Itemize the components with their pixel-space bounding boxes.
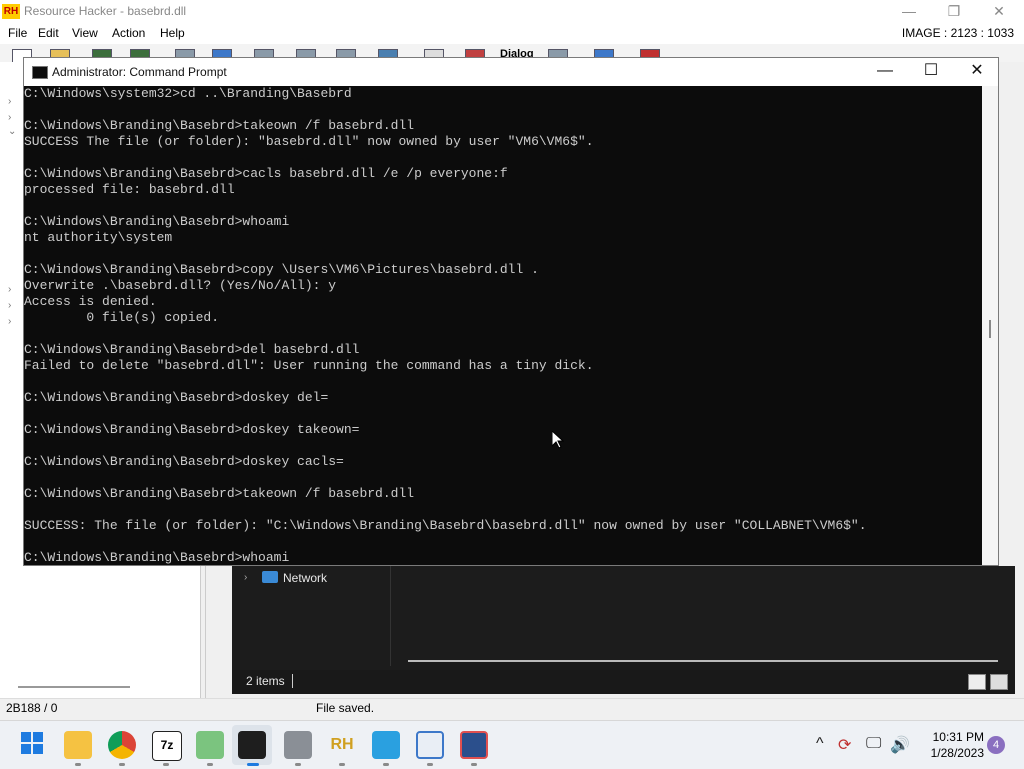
active-app-icon[interactable] (460, 731, 488, 759)
running-indicator (383, 763, 389, 766)
console-line: 0 file(s) copied. (24, 310, 220, 325)
explorer-horizontal-scrollbar[interactable] (408, 660, 998, 662)
console-line: C:\Windows\Branding\Basebrd>copy \Users\… (24, 262, 539, 277)
taskbar: 7z RH ^ ⟳ 🖵 🔊 10:31 PM 1/28/2023 4 (0, 720, 1024, 769)
console-line: Failed to delete "basebrd.dll": User run… (24, 358, 594, 373)
menu-view[interactable]: View (72, 26, 98, 40)
menu-file[interactable]: File (8, 26, 27, 40)
console-line: SUCCESS The file (or folder): "basebrd.d… (24, 134, 594, 149)
tree-expand-icon[interactable]: › (8, 96, 11, 107)
cmd-scroll-thumb[interactable] (989, 320, 991, 338)
active-indicator (247, 763, 259, 766)
console-line: Access is denied. (24, 294, 157, 309)
start-button[interactable] (20, 731, 48, 759)
show-hidden-icons-icon[interactable]: ^ (816, 735, 824, 753)
rh-window-title: Resource Hacker - basebrd.dll (24, 4, 187, 18)
console-line: C:\Windows\system32>cd ..\Branding\Baseb… (24, 86, 352, 101)
cmd-title-bar[interactable]: Administrator: Command Prompt — ☐ ✕ (24, 58, 998, 86)
running-indicator (75, 763, 81, 766)
console-line: nt authority\system (24, 230, 173, 245)
menu-action[interactable]: Action (112, 26, 145, 40)
rh-title-bar: RH Resource Hacker - basebrd.dll — ❐ ✕ (0, 0, 1024, 24)
console-line: C:\Windows\Branding\Basebrd>doskey cacls… (24, 454, 344, 469)
sync-icon[interactable]: ⟳ (838, 735, 851, 755)
menu-edit[interactable]: Edit (38, 26, 59, 40)
running-indicator (119, 763, 125, 766)
console-line: SUCCESS: The file (or folder): "C:\Windo… (24, 518, 867, 533)
clock-time: 10:31 PM (932, 730, 984, 744)
tree-horizontal-scrollbar[interactable] (18, 686, 130, 688)
console-line: C:\Windows\Branding\Basebrd>del basebrd.… (24, 342, 360, 357)
details-view-icon[interactable] (968, 674, 986, 690)
status-offset: 2B188 / 0 (6, 701, 58, 715)
explorer-status-bar: 2 items (232, 670, 1015, 694)
app-window-icon[interactable] (416, 731, 444, 759)
rh-status-bar: 2B188 / 0 File saved. (0, 698, 1024, 719)
tree-expand-icon[interactable]: › (8, 300, 11, 311)
chrome-icon[interactable] (108, 731, 136, 759)
cmd-app-icon (32, 66, 48, 79)
mouse-cursor-icon (552, 431, 564, 449)
remote-desktop-icon[interactable] (372, 731, 400, 759)
console-line: C:\Windows\Branding\Basebrd>whoami (24, 550, 290, 565)
rh-close-button[interactable]: ✕ (976, 0, 1022, 24)
menu-help[interactable]: Help (160, 26, 185, 40)
running-indicator (471, 763, 477, 766)
notification-badge[interactable]: 4 (987, 736, 1005, 754)
tiles-view-icon[interactable] (990, 674, 1008, 690)
command-prompt-taskbar-icon[interactable] (238, 731, 266, 759)
resource-hacker-taskbar-icon[interactable]: RH (328, 731, 356, 759)
running-indicator (295, 763, 301, 766)
volume-icon[interactable]: 🔊 (890, 735, 910, 755)
rh-menu-bar: File Edit View Action Help IMAGE : 2123 … (0, 24, 1024, 44)
7-zip-icon[interactable]: 7z (152, 731, 182, 761)
item-count: 2 items (246, 674, 285, 688)
clock-date: 1/28/2023 (930, 746, 984, 760)
console-line: C:\Windows\Branding\Basebrd>cacls basebr… (24, 166, 508, 181)
image-readout: IMAGE : 2123 : 1033 (901, 26, 1014, 40)
console-line: Overwrite .\basebrd.dll? (Yes/No/All): y (24, 278, 337, 293)
console-line: processed file: basebrd.dll (24, 182, 235, 197)
console-output[interactable]: C:\Windows\system32>cd ..\Branding\Baseb… (24, 86, 982, 565)
clock[interactable]: 10:31 PM 1/28/2023 (914, 729, 984, 761)
status-separator (292, 674, 293, 688)
console-line: C:\Windows\Branding\Basebrd>takeown /f b… (24, 118, 415, 133)
nav-expand-icon[interactable]: › (244, 572, 247, 583)
console-line: C:\Windows\Branding\Basebrd>doskey del= (24, 390, 329, 405)
tree-expand-icon[interactable]: › (8, 112, 11, 123)
tree-expand-icon[interactable]: › (8, 284, 11, 295)
nav-item-network[interactable]: Network (283, 571, 327, 585)
status-message: File saved. (316, 701, 375, 715)
console-line: C:\Windows\Branding\Basebrd>whoami (24, 214, 290, 229)
cmd-vertical-scrollbar[interactable] (982, 86, 998, 565)
running-indicator (339, 763, 345, 766)
notepad-plus-plus-icon[interactable] (196, 731, 224, 759)
explorer-divider (390, 566, 391, 666)
console-line: C:\Windows\Branding\Basebrd>takeown /f b… (24, 486, 415, 501)
network-icon (262, 571, 278, 583)
tree-collapse-icon[interactable]: ⌄ (8, 126, 16, 137)
cmd-maximize-button[interactable]: ☐ (908, 58, 954, 86)
tree-expand-icon[interactable]: › (8, 316, 11, 327)
running-indicator (207, 763, 213, 766)
cmd-close-button[interactable]: ✕ (954, 58, 1000, 86)
cmd-window-title: Administrator: Command Prompt (52, 65, 227, 79)
resource-hacker-logo-icon: RH (2, 4, 20, 19)
rh-minimize-button[interactable]: — (886, 0, 932, 24)
running-indicator (163, 763, 169, 766)
running-indicator (427, 763, 433, 766)
rh-restore-button[interactable]: ❐ (931, 0, 977, 24)
file-explorer-icon[interactable] (64, 731, 92, 759)
cmd-minimize-button[interactable]: — (862, 58, 908, 86)
network-tray-icon[interactable]: 🖵 (866, 735, 881, 753)
console-line: C:\Windows\Branding\Basebrd>doskey takeo… (24, 422, 360, 437)
app-installer-icon[interactable] (284, 731, 312, 759)
